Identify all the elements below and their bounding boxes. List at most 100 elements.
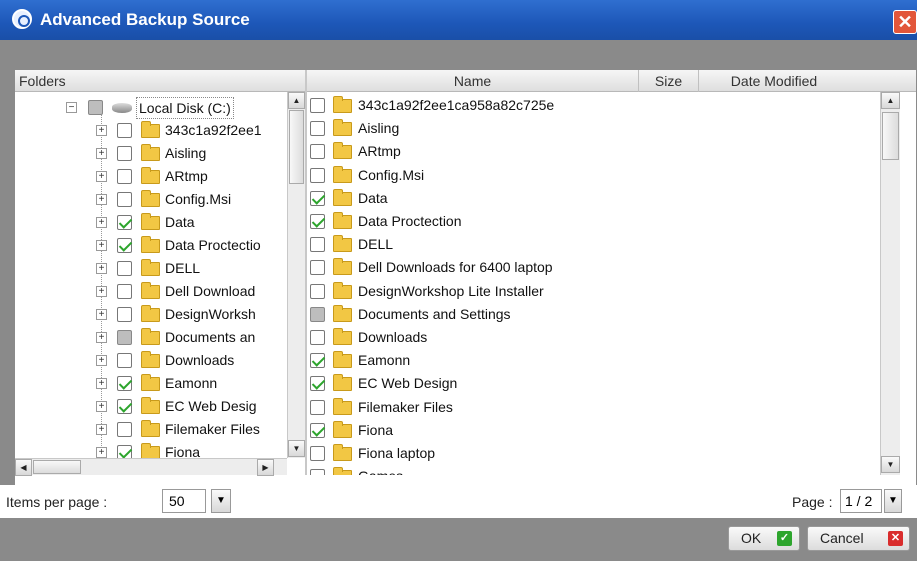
list-item[interactable]: Data xyxy=(307,187,877,210)
tree-checkbox[interactable] xyxy=(117,445,132,458)
chevron-down-icon[interactable]: ▼ xyxy=(884,489,902,513)
tree-checkbox[interactable] xyxy=(117,353,132,368)
page-select[interactable]: 1 / 2 xyxy=(840,489,882,513)
list-checkbox[interactable] xyxy=(310,121,325,137)
expand-icon[interactable]: + xyxy=(96,378,107,389)
list-checkbox[interactable] xyxy=(310,98,325,113)
tree-item[interactable]: + Filemaker Files xyxy=(15,418,285,441)
tree-item[interactable]: + Downloads xyxy=(15,349,285,372)
tree-item[interactable]: + Data Proctectio xyxy=(15,234,285,257)
list-item[interactable]: DELL xyxy=(307,233,877,256)
tree-item[interactable]: + Dell Download xyxy=(15,280,285,303)
list-checkbox[interactable] xyxy=(310,469,325,475)
tree-item[interactable]: + Documents an xyxy=(15,326,285,349)
tree-checkbox[interactable] xyxy=(117,215,132,230)
tree-item[interactable]: + EC Web Desig xyxy=(15,395,285,418)
tree-scroll-thumb[interactable] xyxy=(289,110,304,184)
list-item[interactable]: Eamonn xyxy=(307,349,877,372)
list-item[interactable]: Games xyxy=(307,465,877,475)
tree-hscroll-thumb[interactable] xyxy=(33,460,81,474)
list-checkbox[interactable] xyxy=(310,283,325,299)
tree-item[interactable]: + Fiona xyxy=(15,441,285,458)
tree-item[interactable]: + Data xyxy=(15,211,285,234)
list-checkbox[interactable] xyxy=(310,306,325,322)
tree-item[interactable]: + DesignWorksh xyxy=(15,303,285,326)
list-item[interactable]: Downloads xyxy=(307,326,877,349)
list-item[interactable]: Data Proctection xyxy=(307,210,877,233)
list-item[interactable]: 343c1a92f2ee1ca958a82c725e xyxy=(307,94,877,117)
tree-checkbox[interactable] xyxy=(117,284,132,299)
tree-checkbox[interactable] xyxy=(117,146,132,161)
close-button[interactable]: ✕ xyxy=(893,10,917,34)
expand-icon[interactable]: + xyxy=(96,148,107,159)
list-item[interactable]: Fiona xyxy=(307,419,877,442)
tree-checkbox[interactable] xyxy=(117,238,132,253)
list-item[interactable]: Dell Downloads for 6400 laptop xyxy=(307,256,877,279)
list-item[interactable]: Fiona laptop xyxy=(307,442,877,465)
scroll-down-icon[interactable]: ▼ xyxy=(881,456,900,473)
tree-root-disk[interactable]: − Local Disk (C:) xyxy=(15,96,285,119)
list-item[interactable]: DesignWorkshop Lite Installer xyxy=(307,280,877,303)
list-item[interactable]: Documents and Settings xyxy=(307,303,877,326)
tree-checkbox[interactable] xyxy=(117,399,132,414)
column-size-header[interactable]: Size xyxy=(639,70,699,92)
scroll-left-icon[interactable]: ◀ xyxy=(15,459,32,476)
list-item[interactable]: Aisling xyxy=(307,117,877,140)
tree-checkbox[interactable] xyxy=(117,330,132,345)
list-item[interactable]: EC Web Design xyxy=(307,372,877,395)
tree-checkbox[interactable] xyxy=(117,422,132,437)
list-scroll-thumb[interactable] xyxy=(882,112,899,160)
tree-checkbox[interactable] xyxy=(117,307,132,322)
expand-icon[interactable]: + xyxy=(96,194,107,205)
title-bar[interactable]: Advanced Backup Source ✕ xyxy=(0,0,917,40)
list-checkbox[interactable] xyxy=(310,237,325,253)
list-checkbox[interactable] xyxy=(310,376,325,392)
tree-checkbox[interactable] xyxy=(117,261,132,276)
scroll-right-icon[interactable]: ▶ xyxy=(257,459,274,476)
scroll-up-icon[interactable]: ▲ xyxy=(881,92,900,109)
items-per-page-select[interactable]: 50 xyxy=(162,489,206,513)
tree-item[interactable]: + Config.Msi xyxy=(15,188,285,211)
list-checkbox[interactable] xyxy=(310,353,325,369)
expand-icon[interactable]: + xyxy=(96,240,107,251)
tree-item[interactable]: + Aisling xyxy=(15,142,285,165)
expand-icon[interactable]: + xyxy=(96,286,107,297)
list-item[interactable]: Config.Msi xyxy=(307,164,877,187)
expand-icon[interactable]: + xyxy=(96,171,107,182)
tree-checkbox[interactable] xyxy=(117,169,132,184)
tree-checkbox[interactable] xyxy=(117,376,132,391)
expand-icon[interactable]: + xyxy=(96,217,107,228)
expand-icon[interactable]: + xyxy=(96,309,107,320)
list-checkbox[interactable] xyxy=(310,167,325,183)
list-item[interactable]: ARtmp xyxy=(307,140,877,163)
tree-horizontal-scrollbar[interactable]: ◀ ▶ xyxy=(15,458,287,476)
expand-icon[interactable]: + xyxy=(96,447,107,458)
tree-item[interactable]: + DELL xyxy=(15,257,285,280)
list-checkbox[interactable] xyxy=(310,399,325,415)
list-checkbox[interactable] xyxy=(310,330,325,345)
expand-icon[interactable]: + xyxy=(96,332,107,343)
list-checkbox[interactable] xyxy=(310,422,325,438)
list-checkbox[interactable] xyxy=(310,260,325,276)
expand-icon[interactable]: + xyxy=(96,424,107,435)
tree-item[interactable]: + Eamonn xyxy=(15,372,285,395)
list-item[interactable]: Filemaker Files xyxy=(307,396,877,419)
scroll-down-icon[interactable]: ▼ xyxy=(288,440,305,457)
expand-icon[interactable]: + xyxy=(96,401,107,412)
column-name-header[interactable]: Name xyxy=(307,70,639,92)
tree-checkbox[interactable] xyxy=(117,123,132,138)
collapse-icon[interactable]: − xyxy=(66,102,77,113)
expand-icon[interactable]: + xyxy=(96,263,107,274)
list-vertical-scrollbar[interactable]: ▲ ▼ xyxy=(880,92,900,475)
tree-checkbox[interactable] xyxy=(88,100,103,115)
list-checkbox[interactable] xyxy=(310,214,325,229)
list-checkbox[interactable] xyxy=(310,446,325,461)
scroll-up-icon[interactable]: ▲ xyxy=(288,92,305,109)
expand-icon[interactable]: + xyxy=(96,355,107,366)
list-checkbox[interactable] xyxy=(310,190,325,206)
tree-vertical-scrollbar[interactable]: ▲ ▼ xyxy=(287,92,305,458)
tree-checkbox[interactable] xyxy=(117,192,132,207)
cancel-button[interactable]: Cancel ✕ xyxy=(807,526,910,551)
list-checkbox[interactable] xyxy=(310,144,325,160)
chevron-down-icon[interactable]: ▼ xyxy=(211,489,231,513)
